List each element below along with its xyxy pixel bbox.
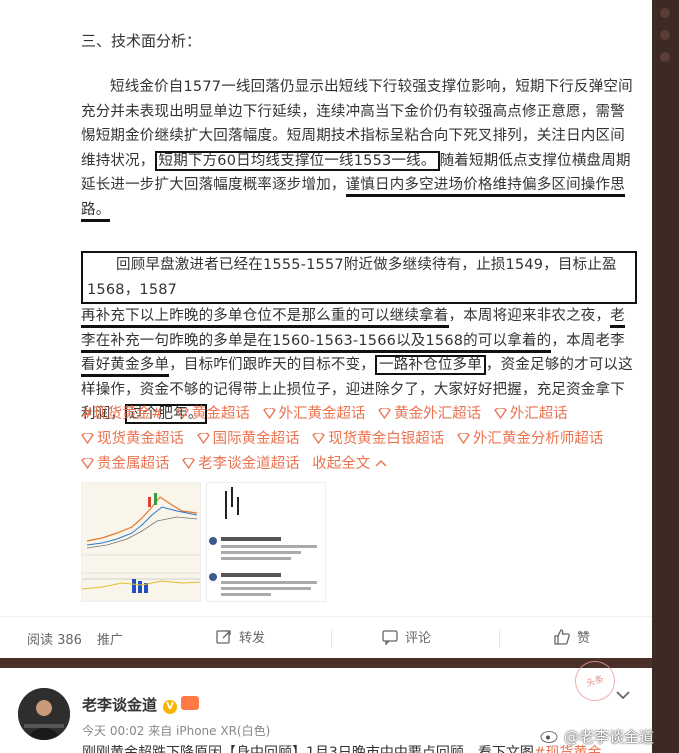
like-icon [554, 628, 570, 645]
paragraph-text: ，本周老李 [551, 332, 625, 349]
super-topic-icon [176, 408, 189, 419]
window-edge-strip [652, 0, 679, 753]
underlined-text: 看好黄金多单 [81, 357, 170, 377]
section-title: 三、技术面分析： [81, 32, 202, 50]
super-topic-icon [196, 433, 210, 444]
collapse-text-link[interactable]: 收起全文 [312, 456, 387, 472]
super-topic-icon [81, 433, 94, 444]
paragraph-text: ，本周将迎来非农之夜， [448, 308, 611, 324]
post-card: 三、技术面分析： 短线金价自1577一线回落仍显示出短线下行较强支撑位影响，短期… [0, 0, 652, 658]
promote-button[interactable]: 推广 [97, 629, 123, 648]
weibo-logo-icon [540, 731, 558, 743]
analysis-paragraph: 短线金价自1577一线回落仍显示出短线下行较强支撑位影响，短期下行反弹空间充分并… [81, 75, 637, 222]
strategy-paragraph: 回顾早盘激进者已经在1555-1557附近做多继续待有，止损1549，目标止盈1… [81, 251, 637, 427]
tag-label: 黄金外汇超话 [394, 406, 482, 422]
vip-icon [181, 696, 200, 710]
verified-icon: V [163, 700, 178, 714]
super-topic-link[interactable]: 贵金属超话 [81, 456, 170, 472]
super-topic-icon [182, 458, 196, 469]
topic-tags: #现货黄金# 黄金超话 外汇黄金超话 黄金外汇超话 外汇超话 现货黄金超话 国际… [81, 402, 637, 477]
super-topic-link[interactable]: 黄金外汇超话 [378, 406, 481, 422]
edge-dot [660, 30, 670, 40]
comment-icon [382, 629, 398, 646]
super-topic-link[interactable]: 现货黄金白银超话 [312, 431, 444, 447]
chart-image-thumbnail[interactable] [81, 482, 201, 602]
edge-dot [660, 52, 670, 62]
highlight-box: 短期下方60日均线支撑位一线1553一线。 [154, 150, 440, 171]
super-topic-icon [81, 458, 94, 469]
repost-label: 转发 [239, 631, 266, 646]
post-action-bar: 阅读 386 推广 转发 评论 赞 [0, 616, 652, 658]
tag-label: 外汇黄金分析师超话 [472, 431, 604, 447]
chevron-up-icon [375, 459, 387, 467]
comment-button[interactable]: 评论 [381, 627, 431, 646]
strategy-box: 回顾早盘激进者已经在1555-1557附近做多继续待有，止损1549，目标止盈1… [81, 251, 637, 304]
collapse-label: 收起全文 [312, 456, 371, 472]
super-topic-link[interactable]: 国际黄金超话 [196, 431, 300, 447]
post-text: 刚刚黄金超跌下降原因【身中回顾】1月3日晚市中中要点回顾，看下文图 [82, 745, 534, 753]
paragraph-text: ，目标咋们跟昨天的目标不变， [169, 357, 376, 373]
edge-dot [660, 8, 670, 18]
watermark-text: @老李谈金道 [564, 728, 655, 746]
super-topic-link[interactable]: 外汇黄金分析师超话 [456, 431, 604, 447]
super-topic-icon [456, 433, 470, 444]
super-topic-icon [493, 408, 507, 419]
super-topic-link[interactable]: 外汇超话 [493, 406, 568, 422]
screenshot-image-thumbnail[interactable] [206, 482, 326, 602]
avatar[interactable] [18, 688, 70, 740]
highlight-box: 一路补仓位多单 [375, 355, 486, 375]
tag-label: 现货黄金白银超话 [328, 431, 445, 447]
underlined-text: 再补充下以上昨晚的多单仓位不是那么重的可以继续拿着 [81, 308, 449, 328]
post-preview-text: 刚刚黄金超跌下降原因【身中回顾】1月3日晚市中中要点回顾，看下文图#现货黄金 [82, 742, 602, 753]
watermark: @老李谈金道 [540, 726, 654, 747]
author-name: 老李谈金道 [82, 696, 158, 714]
tag-label: 现货黄金超话 [97, 431, 184, 447]
chat-screenshot-image [207, 483, 325, 596]
super-topic-link[interactable]: 外汇黄金超话 [262, 406, 366, 422]
action-divider [331, 629, 332, 647]
action-divider [499, 629, 500, 647]
tag-label: 外汇黄金超话 [278, 406, 366, 422]
read-count: 阅读 386 [27, 633, 82, 648]
super-topic-icon [262, 408, 276, 419]
like-button[interactable]: 赞 [553, 627, 590, 646]
repost-icon [216, 629, 231, 644]
tag-label: 老李谈金道超话 [198, 456, 300, 472]
tag-label: 外汇超话 [509, 406, 568, 422]
super-topic-icon [312, 433, 326, 444]
super-topic-link[interactable]: 老李谈金道超话 [182, 456, 300, 472]
super-topic-link[interactable]: 黄金超话 [176, 406, 250, 422]
post-meta: 今天 00:02 来自 iPhone XR(白色) [82, 724, 271, 738]
super-topic-icon [378, 408, 392, 419]
tag-label: 贵金属超话 [97, 456, 170, 472]
candlestick-chart-image [82, 483, 200, 601]
like-label: 赞 [577, 631, 591, 646]
chevron-down-icon[interactable] [614, 686, 632, 704]
hashtag-link[interactable]: #现货黄金# [81, 406, 163, 422]
super-topic-link[interactable]: 现货黄金超话 [81, 431, 184, 447]
tag-label: 国际黄金超话 [212, 431, 300, 447]
author-name-row[interactable]: 老李谈金道 V [82, 694, 200, 715]
avatar-image [18, 688, 70, 740]
repost-button[interactable]: 转发 [215, 627, 265, 646]
comment-label: 评论 [405, 631, 432, 646]
tag-label: 黄金超话 [191, 406, 250, 422]
